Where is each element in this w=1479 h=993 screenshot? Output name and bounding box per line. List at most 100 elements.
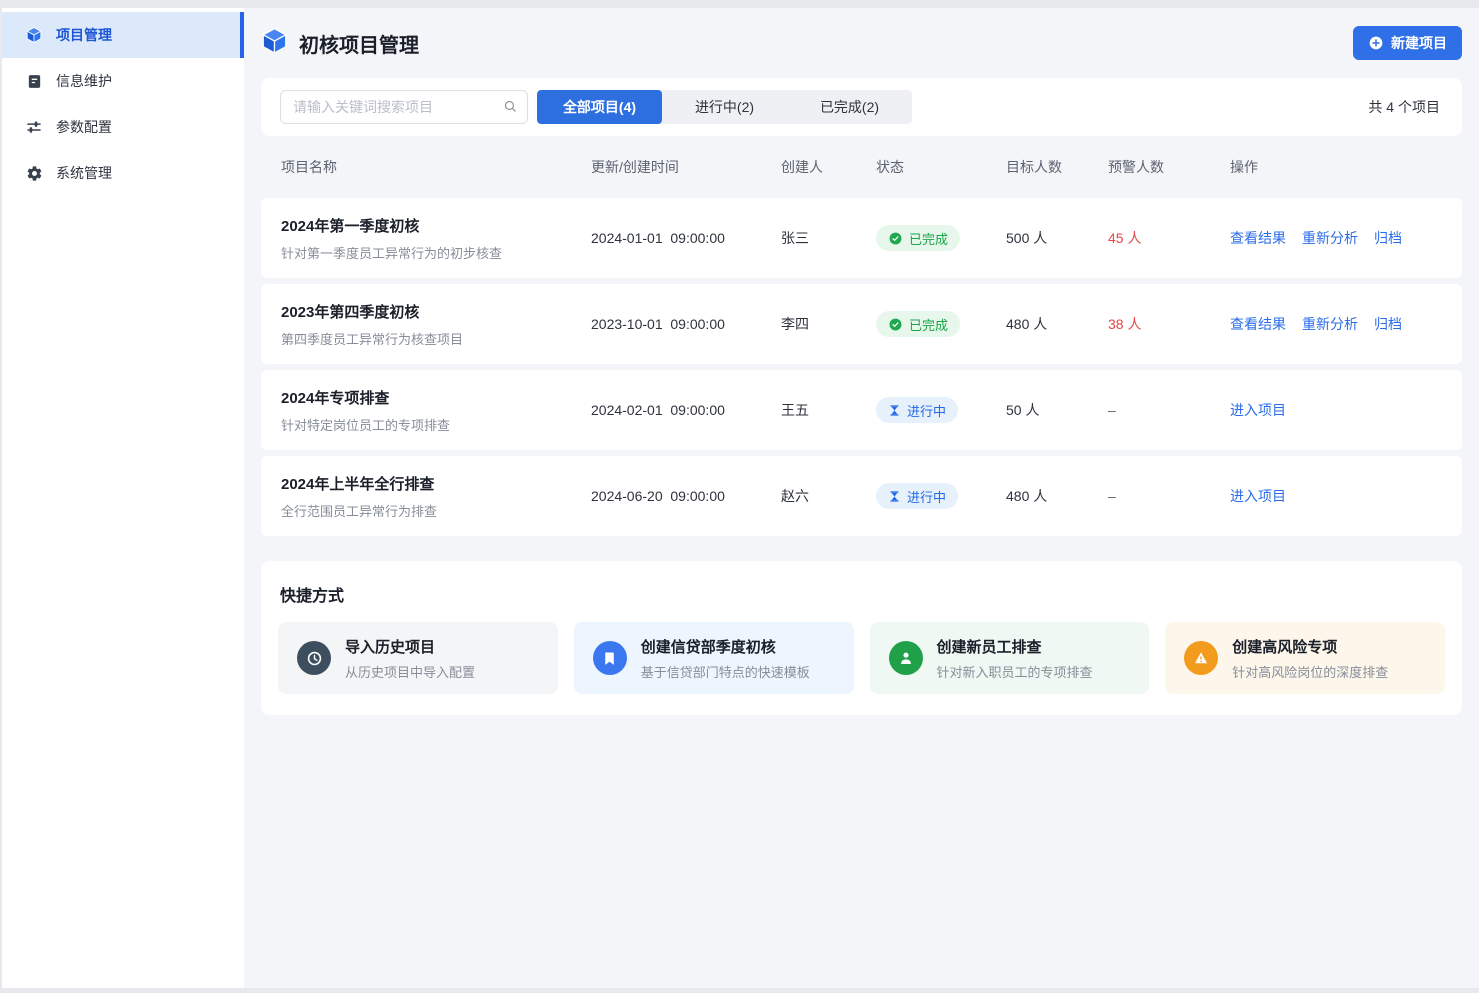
shortcut-description: 针对新入职员工的专项排查	[937, 662, 1093, 681]
plus-circle-icon	[1368, 35, 1384, 51]
sidebar-item-info-maintenance[interactable]: 信息维护	[2, 58, 244, 104]
warning-triangle-icon	[1184, 641, 1218, 675]
table-header: 项目名称 更新/创建时间 创建人 状态 目标人数 预警人数 操作	[261, 136, 1462, 198]
archive-link[interactable]: 归档	[1374, 228, 1402, 248]
shortcut-title: 创建高风险专项	[1232, 636, 1388, 657]
view-results-link[interactable]: 查看结果	[1230, 314, 1286, 334]
column-header-time: 更新/创建时间	[591, 157, 781, 177]
shortcut-title: 创建新员工排查	[937, 636, 1093, 657]
tab-completed[interactable]: 已完成(2)	[787, 90, 912, 124]
shortcuts-section: 快捷方式 导入历史项目 从历史项目中导入配置	[261, 561, 1462, 715]
project-description: 全行范围员工异常行为排查	[281, 501, 591, 520]
search-box	[280, 90, 528, 124]
status-badge: 已完成	[876, 311, 960, 337]
shortcut-high-risk-special[interactable]: 创建高风险专项 针对高风险岗位的深度排查	[1165, 622, 1445, 694]
sidebar-item-label: 参数配置	[56, 117, 112, 137]
project-description: 第四季度员工异常行为核查项目	[281, 329, 591, 348]
project-time: 2024-06-20 09:00:00	[591, 488, 781, 504]
project-description: 针对特定岗位员工的专项排查	[281, 415, 591, 434]
page-header: 初核项目管理 新建项目	[261, 8, 1462, 78]
shortcut-title: 导入历史项目	[345, 636, 475, 657]
column-header-target: 目标人数	[1006, 157, 1108, 177]
table-row: 2024年专项排查 针对特定岗位员工的专项排查 2024-02-01 09:00…	[261, 370, 1462, 450]
main-content: 初核项目管理 新建项目	[244, 8, 1479, 988]
sidebar-item-label: 信息维护	[56, 71, 112, 91]
project-time: 2024-01-01 09:00:00	[591, 230, 781, 246]
column-header-warning: 预警人数	[1108, 157, 1230, 177]
document-icon	[25, 72, 43, 90]
shortcuts-title: 快捷方式	[278, 582, 1445, 606]
hourglass-icon	[888, 404, 901, 417]
project-creator: 李四	[781, 314, 876, 334]
shortcut-description: 从历史项目中导入配置	[345, 662, 475, 681]
person-icon	[889, 641, 923, 675]
target-count: 480 人	[1006, 486, 1108, 506]
filter-tabs: 全部项目(4) 进行中(2) 已完成(2)	[537, 90, 912, 124]
column-header-name: 项目名称	[281, 157, 591, 177]
sidebar-item-label: 系统管理	[56, 163, 112, 183]
reanalyze-link[interactable]: 重新分析	[1302, 228, 1358, 248]
sidebar: 项目管理 信息维护 参数配置	[2, 8, 244, 988]
check-circle-icon	[888, 231, 903, 246]
check-circle-icon	[888, 317, 903, 332]
target-count: 480 人	[1006, 314, 1108, 334]
project-creator: 张三	[781, 228, 876, 248]
page-title: 初核项目管理	[299, 29, 419, 58]
shortcut-credit-dept-review[interactable]: 创建信贷部季度初核 基于信贷部门特点的快速模板	[574, 622, 854, 694]
enter-project-link[interactable]: 进入项目	[1230, 400, 1286, 420]
toolbar-card: 全部项目(4) 进行中(2) 已完成(2) 共 4 个项目	[261, 78, 1462, 136]
status-badge: 进行中	[876, 483, 958, 509]
sidebar-item-system-management[interactable]: 系统管理	[2, 150, 244, 196]
shortcut-description: 基于信贷部门特点的快速模板	[641, 662, 810, 681]
target-count: 500 人	[1006, 228, 1108, 248]
view-results-link[interactable]: 查看结果	[1230, 228, 1286, 248]
reanalyze-link[interactable]: 重新分析	[1302, 314, 1358, 334]
warning-count: 38 人	[1108, 314, 1230, 334]
table-row: 2024年上半年全行排查 全行范围员工异常行为排查 2024-06-20 09:…	[261, 456, 1462, 536]
project-creator: 王五	[781, 400, 876, 420]
project-name: 2024年专项排查	[281, 387, 591, 408]
hourglass-icon	[888, 490, 901, 503]
table-row: 2024年第一季度初核 针对第一季度员工异常行为的初步核查 2024-01-01…	[261, 198, 1462, 278]
project-time: 2024-02-01 09:00:00	[591, 402, 781, 418]
app-window: 项目管理 信息维护 参数配置	[2, 8, 1479, 988]
sidebar-item-label: 项目管理	[56, 25, 112, 45]
gear-icon	[25, 164, 43, 182]
shortcut-import-history[interactable]: 导入历史项目 从历史项目中导入配置	[278, 622, 558, 694]
sidebar-item-project-management[interactable]: 项目管理	[2, 12, 244, 58]
search-icon	[502, 98, 519, 120]
project-description: 针对第一季度员工异常行为的初步核查	[281, 243, 591, 262]
shortcut-description: 针对高风险岗位的深度排查	[1232, 662, 1388, 681]
cube-icon	[25, 26, 43, 44]
shortcut-title: 创建信贷部季度初核	[641, 636, 810, 657]
warning-count: –	[1108, 402, 1230, 418]
sidebar-item-parameter-config[interactable]: 参数配置	[2, 104, 244, 150]
status-badge: 已完成	[876, 225, 960, 251]
target-count: 50 人	[1006, 400, 1108, 420]
table-row: 2023年第四季度初核 第四季度员工异常行为核查项目 2023-10-01 09…	[261, 284, 1462, 364]
sliders-icon	[25, 118, 43, 136]
tab-all-projects[interactable]: 全部项目(4)	[537, 90, 662, 124]
project-name: 2024年第一季度初核	[281, 215, 591, 236]
warning-count: 45 人	[1108, 228, 1230, 248]
clock-icon	[297, 641, 331, 675]
project-count-text: 共 4 个项目	[1368, 97, 1443, 117]
search-input[interactable]	[280, 90, 528, 124]
column-header-creator: 创建人	[781, 157, 876, 177]
status-badge: 进行中	[876, 397, 958, 423]
archive-link[interactable]: 归档	[1374, 314, 1402, 334]
new-project-button[interactable]: 新建项目	[1353, 26, 1462, 60]
column-header-status: 状态	[876, 157, 1006, 177]
bookmark-icon	[593, 641, 627, 675]
new-project-label: 新建项目	[1391, 33, 1447, 53]
warning-count: –	[1108, 488, 1230, 504]
project-name: 2024年上半年全行排查	[281, 473, 591, 494]
project-creator: 赵六	[781, 486, 876, 506]
project-time: 2023-10-01 09:00:00	[591, 316, 781, 332]
tab-in-progress[interactable]: 进行中(2)	[662, 90, 787, 124]
project-name: 2023年第四季度初核	[281, 301, 591, 322]
enter-project-link[interactable]: 进入项目	[1230, 486, 1286, 506]
shortcut-new-employee-screening[interactable]: 创建新员工排查 针对新入职员工的专项排查	[870, 622, 1150, 694]
cube-icon	[261, 27, 288, 59]
column-header-actions: 操作	[1230, 157, 1442, 177]
